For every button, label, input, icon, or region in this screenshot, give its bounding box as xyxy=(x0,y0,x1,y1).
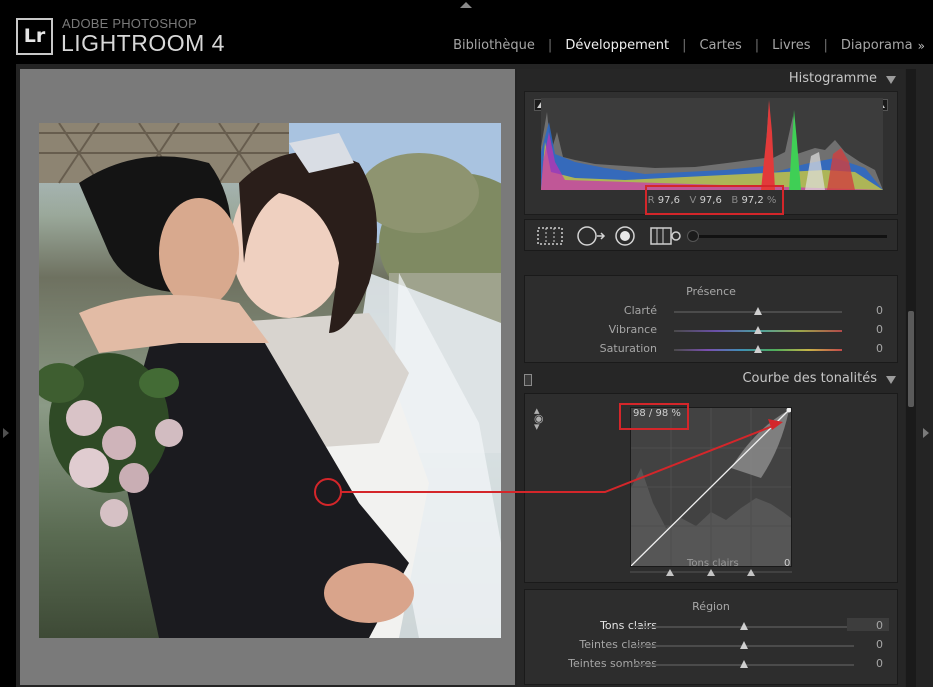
right-panel-toggle-icon[interactable] xyxy=(923,428,929,438)
slider-label: Saturation xyxy=(599,342,657,355)
module-tab-cartes[interactable]: Cartes xyxy=(697,38,743,53)
blue-label: B xyxy=(731,195,739,206)
slider-vibrance[interactable]: Vibrance 0 xyxy=(525,322,897,339)
histogram-graph xyxy=(541,98,883,190)
slider-value[interactable]: 0 xyxy=(876,304,883,317)
slider-teintes-sombres[interactable]: Teintes sombres 0 xyxy=(525,656,897,673)
slider-teintes-claires[interactable]: Teintes claires 0 xyxy=(525,637,897,654)
module-separator: | xyxy=(682,38,687,53)
slider-label: Clarté xyxy=(623,304,657,317)
graduated-filter-icon[interactable] xyxy=(649,225,685,247)
slider-thumb[interactable] xyxy=(740,660,748,668)
slider-thumb[interactable] xyxy=(740,622,748,630)
slider-thumb[interactable] xyxy=(740,641,748,649)
tone-curve-title: Courbe des tonalités xyxy=(742,371,877,386)
histogram-panel[interactable]: R 97,6 V 97,6 B 97,2 % xyxy=(524,91,898,215)
module-separator: | xyxy=(823,38,828,53)
scrollbar-thumb[interactable] xyxy=(908,311,914,407)
module-tab-bibliotheque[interactable]: Bibliothèque xyxy=(451,38,537,53)
tone-curve-panel: ▴ ◉ ▾ 98 / 98 % Tons clairs 0 xyxy=(524,393,898,583)
slider-tons-clairs[interactable]: Tons clairs 0 xyxy=(525,618,897,635)
slider-label: Vibrance xyxy=(608,323,657,336)
develop-right-panel: Histogramme R 97,6 V 97,6 B 97,2 % Prése… xyxy=(517,69,905,687)
brand-subtitle: ADOBE PHOTOSHOP xyxy=(62,16,197,31)
module-separator: | xyxy=(547,38,553,53)
tool-strip xyxy=(524,219,898,251)
left-panel-toggle-icon[interactable] xyxy=(3,428,9,438)
curve-plot xyxy=(630,407,792,567)
module-tab-livres[interactable]: Livres xyxy=(770,38,812,53)
presence-title: Présence xyxy=(686,285,736,298)
collapse-triangle-icon[interactable] xyxy=(886,76,896,84)
module-tab-diaporama[interactable]: Diaporama xyxy=(839,38,915,53)
adjustment-brush-icon[interactable] xyxy=(687,230,699,242)
curve-readout: 98 / 98 % xyxy=(633,408,681,419)
tone-curve-graph[interactable] xyxy=(630,407,792,567)
top-bar: Lr ADOBE PHOTOSHOP LIGHTROOM 4 Bibliothè… xyxy=(0,0,933,64)
spot-removal-icon[interactable] xyxy=(575,225,607,247)
red-eye-correction-icon[interactable] xyxy=(613,225,637,247)
red-label: R xyxy=(647,195,655,206)
wedding-photo-image xyxy=(39,123,501,638)
module-separator: | xyxy=(754,38,760,53)
split-point-handles[interactable] xyxy=(630,568,792,578)
region-title: Région xyxy=(692,600,730,613)
slider-thumb[interactable] xyxy=(754,345,762,353)
brand-title: LIGHTROOM 4 xyxy=(61,30,225,56)
slider-clarte[interactable]: Clarté 0 xyxy=(525,303,897,320)
targeted-adjustment-icon[interactable]: ▴ ◉ ▾ xyxy=(534,405,544,432)
percent-unit: % xyxy=(766,195,777,206)
rgb-readout: R 97,6 V 97,6 B 97,2 % xyxy=(525,195,899,206)
more-modules-icon[interactable]: » xyxy=(918,39,925,53)
top-panel-toggle-icon[interactable] xyxy=(460,2,472,8)
slider-thumb[interactable] xyxy=(754,326,762,334)
red-value: 97,6 xyxy=(657,195,680,206)
slider-thumb[interactable] xyxy=(754,307,762,315)
tone-curve-header[interactable]: Courbe des tonalités xyxy=(517,369,905,391)
crop-overlay-icon[interactable] xyxy=(535,225,565,247)
slider-value[interactable]: 0 xyxy=(876,619,883,632)
histogram-header[interactable]: Histogramme xyxy=(517,69,905,91)
histogram-title: Histogramme xyxy=(788,71,877,86)
slider-value[interactable]: 0 xyxy=(876,657,883,670)
lightroom-logo: Lr xyxy=(16,18,53,55)
region-section: Région Tons clairs 0 Teintes claires 0 T… xyxy=(524,589,898,685)
slider-value[interactable]: 0 xyxy=(876,342,883,355)
green-value: 97,6 xyxy=(699,195,722,206)
module-tab-developpement[interactable]: Développement xyxy=(563,38,671,53)
adjustment-brush-slider-track[interactable] xyxy=(693,235,887,238)
slider-value[interactable]: 0 xyxy=(876,638,883,651)
green-label: V xyxy=(689,195,697,206)
collapse-triangle-icon[interactable] xyxy=(886,376,896,384)
module-picker: Bibliothèque | Développement | Cartes | … xyxy=(451,38,925,53)
panel-enable-switch[interactable] xyxy=(524,374,532,386)
slider-value[interactable]: 0 xyxy=(876,323,883,336)
blue-value: 97,2 xyxy=(741,195,764,206)
slider-saturation[interactable]: Saturation 0 xyxy=(525,341,897,358)
panel-scrollbar[interactable] xyxy=(906,69,916,687)
photo-preview[interactable] xyxy=(39,123,501,638)
presence-section: Présence Clarté 0 Vibrance 0 Saturation … xyxy=(524,275,898,363)
